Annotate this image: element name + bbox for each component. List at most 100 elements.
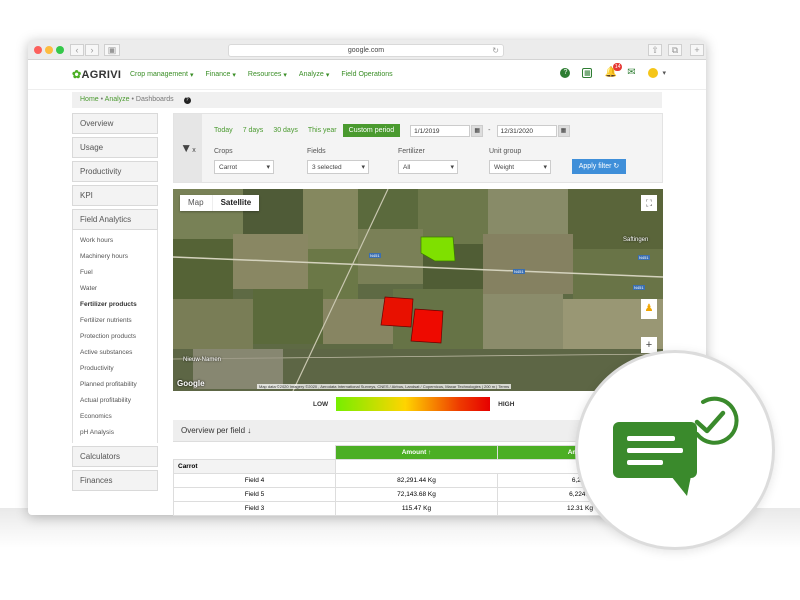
road-label: N451 [633, 285, 645, 290]
crops-select[interactable]: Carrot [214, 160, 274, 174]
close-dot[interactable] [34, 46, 42, 54]
fertilizer-label: Fertilizer [398, 148, 425, 155]
group-label: Carrot [173, 459, 336, 474]
sidebar-item-productivity[interactable]: Productivity [72, 161, 158, 182]
pegman-icon[interactable]: ♟ [641, 299, 657, 319]
menu-crop-management[interactable]: Crop management [130, 71, 188, 79]
submenu-planned-profitability[interactable]: Planned profitability [80, 377, 157, 393]
road-label: N451 [369, 253, 381, 258]
submenu-fertilizer-nutrients[interactable]: Fertilizer nutrients [80, 313, 157, 329]
forward-icon[interactable]: › [85, 44, 99, 56]
fullscreen-icon[interactable]: ⛶ [641, 195, 657, 211]
period-today[interactable]: Today [214, 127, 233, 134]
menu-analyze[interactable]: Analyze [299, 71, 324, 79]
submenu-fertilizer-products[interactable]: Fertilizer products [80, 297, 157, 313]
row-field: Field 3 [173, 501, 336, 516]
chevron-down-icon[interactable]: ▾ [662, 69, 666, 77]
overview-title[interactable]: Overview per field ↓ [181, 426, 251, 435]
chat-check-icon [613, 396, 739, 496]
menu-finance[interactable]: Finance [206, 71, 231, 79]
sidebar-item-usage[interactable]: Usage [72, 137, 158, 158]
chevron-down-icon: ▾ [325, 72, 330, 79]
field-analytics-submenu: Work hours Machinery hours Fuel Water Fe… [72, 230, 158, 443]
sidebar-item-field-analytics[interactable]: Field Analytics [72, 209, 158, 230]
apply-filter-button[interactable]: Apply filter ↻ [572, 159, 626, 174]
notification-badge: 14 [612, 63, 623, 71]
maximize-dot[interactable] [56, 46, 64, 54]
main-menu: Crop management ▾ Finance ▾ Resources ▾ Ana… [130, 71, 393, 79]
row-field: Field 4 [173, 473, 336, 488]
help-icon[interactable]: ? [560, 68, 571, 78]
tab-satellite[interactable]: Satellite [211, 195, 260, 211]
map-attribution: Map data ©2020 Imagery ©2020 , Aerodata … [257, 384, 512, 389]
app-header: ✿AGRIVI Crop management ▾ Finance ▾ Resour… [28, 60, 706, 90]
fertilizer-select[interactable]: All [398, 160, 458, 174]
minimize-dot[interactable] [45, 46, 53, 54]
legend-high: HIGH [498, 400, 515, 408]
breadcrumb-dashboards: Dashboards [135, 96, 174, 103]
breadcrumb: Home • Analyze • Dashboards ? [72, 92, 662, 108]
menu-field-operations[interactable]: Field Operations [341, 71, 392, 79]
submenu-productivity[interactable]: Productivity [80, 361, 157, 377]
unit-group-select[interactable]: Weight [489, 160, 551, 174]
date-from-input[interactable]: 1/1/2019 ▦ [410, 124, 484, 137]
menu-resources[interactable]: Resources [248, 71, 281, 79]
new-tab-icon[interactable]: + [690, 44, 704, 56]
sidebar-item-finances[interactable]: Finances [72, 470, 158, 491]
bell-icon[interactable]: 🔔 14 [604, 63, 623, 78]
avatar[interactable] [648, 68, 659, 78]
breadcrumb-analyze[interactable]: Analyze [105, 96, 130, 103]
share-icon[interactable]: ⇧ [648, 44, 662, 56]
back-icon[interactable]: ‹ [70, 44, 84, 56]
map-place-label-right: Saftingen [623, 237, 649, 243]
sidebar-item-overview[interactable]: Overview [72, 113, 158, 134]
chat-icon[interactable]: ✉ [626, 68, 636, 78]
table-corner [173, 445, 336, 460]
fields-select[interactable]: 3 selected [307, 160, 369, 174]
submenu-ph-analysis[interactable]: pH Analysis [80, 425, 157, 441]
period-7-days[interactable]: 7 days [243, 127, 264, 134]
leaf-icon: ✿ [72, 69, 82, 81]
calendar-icon[interactable]: ▦ [471, 124, 484, 137]
submenu-actual-profitability[interactable]: Actual profitability [80, 393, 157, 409]
tabs-icon[interactable]: ⧉ [668, 44, 682, 56]
agrivi-logo[interactable]: ✿AGRIVI [72, 68, 121, 81]
submenu-work-hours[interactable]: Work hours [80, 233, 157, 249]
sidebar-item-kpi[interactable]: KPI [72, 185, 158, 206]
submenu-active-substances[interactable]: Active substances [80, 345, 157, 361]
crops-label: Crops [214, 148, 233, 155]
period-30-days[interactable]: 30 days [273, 127, 298, 134]
url-text: google.com [347, 47, 385, 54]
submenu-protection-products[interactable]: Protection products [80, 329, 157, 345]
legend-low: LOW [313, 400, 329, 408]
tab-map[interactable]: Map [180, 195, 212, 211]
period-selector: Today 7 days 30 days This year Custom pe… [214, 124, 570, 137]
column-amount[interactable]: Amount ↑ [335, 445, 498, 460]
period-this-year[interactable]: This year [308, 127, 337, 134]
sidebar-item-calculators[interactable]: Calculators [72, 446, 158, 467]
address-bar[interactable]: google.com ↻ [228, 44, 504, 57]
breadcrumb-home[interactable]: Home [80, 96, 99, 103]
row-amount: 115.47 Kg [335, 501, 498, 516]
submenu-fuel[interactable]: Fuel [80, 265, 157, 281]
period-custom-button[interactable]: Custom period [342, 124, 401, 137]
legend-gradient [336, 397, 491, 411]
callout-circle [575, 350, 775, 550]
date-to-input[interactable]: 12/31/2020 ▦ [496, 124, 570, 137]
row-amount: 72,143.68 Kg [335, 487, 498, 502]
browser-chrome: ‹ › ▣ google.com ↻ ⇧ ⧉ + [28, 40, 706, 60]
calendar-icon[interactable]: ▦ [582, 68, 593, 78]
unit-group-label: Unit group [489, 148, 522, 155]
map-place-label: Nieuw-Namen [183, 357, 222, 363]
reload-icon[interactable]: ↻ [492, 45, 499, 57]
help-icon[interactable]: ? [183, 97, 191, 104]
submenu-water[interactable]: Water [80, 281, 157, 297]
date-separator: - [488, 127, 491, 134]
chevron-down-icon: ▾ [189, 72, 194, 79]
sidebar-toggle-icon[interactable]: ▣ [104, 44, 120, 56]
calendar-icon[interactable]: ▦ [557, 124, 570, 137]
filter-clear-icon[interactable]: ▼x [174, 114, 202, 182]
header-icons: ? ▦ 🔔 14 ✉ ▾ [560, 63, 666, 78]
submenu-machinery-hours[interactable]: Machinery hours [80, 249, 157, 265]
submenu-economics[interactable]: Economics [80, 409, 157, 425]
